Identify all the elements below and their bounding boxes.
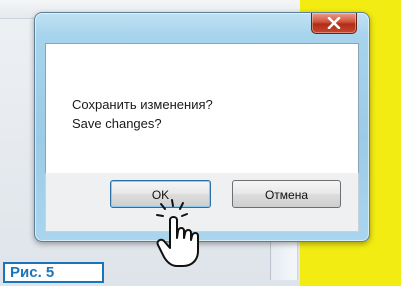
dialog-message-area: Сохранить изменения? Save changes? [45,43,359,174]
message-line-russian: Сохранить изменения? [72,97,213,112]
hand-pointer-click-icon [156,199,199,267]
message-line-english: Save changes? [72,116,162,131]
close-button[interactable] [311,13,357,34]
close-x-icon [327,17,341,29]
cancel-button[interactable]: Отмена [232,180,341,208]
figure-caption: Рис. 5 [3,262,104,283]
